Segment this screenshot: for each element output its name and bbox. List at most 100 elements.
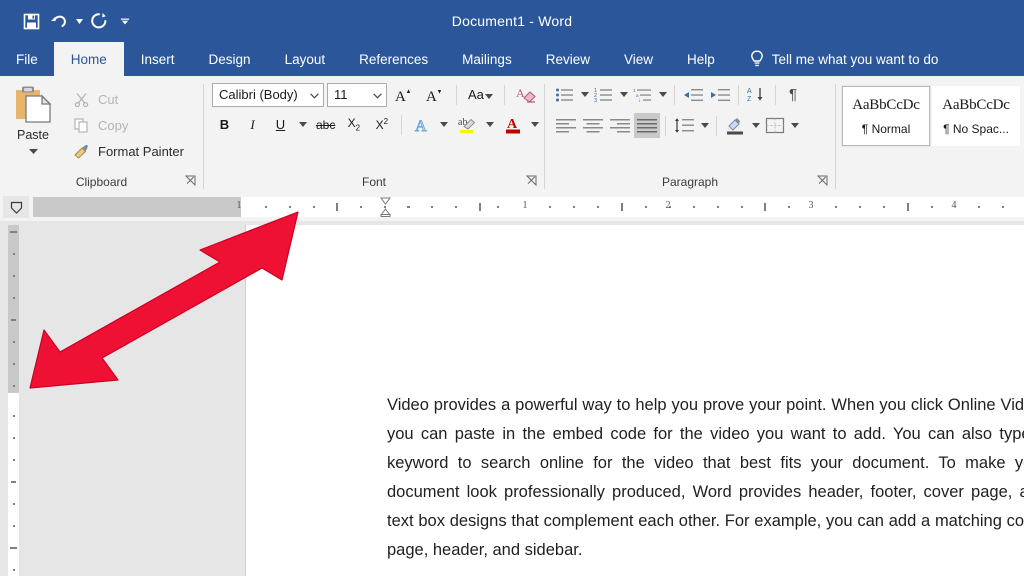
ruler-tick	[883, 206, 885, 208]
highlight-dropdown-icon[interactable]	[483, 112, 497, 137]
font-dialog-launcher-icon[interactable]	[525, 175, 539, 188]
word-application-window: Document1 - Word File Home Insert Design…	[0, 0, 1024, 576]
tab-references[interactable]: References	[342, 42, 445, 76]
clear-formatting-icon[interactable]: A	[512, 82, 540, 107]
italic-button[interactable]: I	[240, 112, 265, 137]
ruler-tick	[573, 206, 575, 208]
style-normal[interactable]: AaBbCcDc ¶ Normal	[841, 85, 931, 147]
ruler-tick	[455, 206, 457, 208]
ruler-tick	[265, 206, 267, 208]
font-size-combobox[interactable]: 11	[327, 82, 387, 107]
shading-dropdown-icon[interactable]	[749, 113, 762, 138]
paragraph-group-label-row: Paragraph	[545, 171, 835, 193]
subscript-button[interactable]: X2	[341, 112, 366, 137]
tab-mailings[interactable]: Mailings	[445, 42, 529, 76]
tab-file[interactable]: File	[0, 42, 54, 76]
ruler-tick	[693, 206, 695, 208]
increase-indent-button[interactable]	[707, 82, 733, 107]
tab-review[interactable]: Review	[529, 42, 607, 76]
undo-dropdown-icon[interactable]	[74, 8, 84, 34]
svg-text:A: A	[426, 89, 437, 104]
tell-me-box[interactable]: Tell me what you want to do	[732, 42, 949, 76]
tab-view[interactable]: View	[607, 42, 670, 76]
redo-icon[interactable]	[86, 8, 112, 34]
tab-insert[interactable]: Insert	[124, 42, 192, 76]
multilevel-list-dropdown-icon[interactable]	[656, 82, 669, 107]
document-body-text[interactable]: Video provides a powerful way to help yo…	[387, 391, 1024, 565]
text-effects-dropdown-icon[interactable]	[437, 112, 451, 137]
align-center-button[interactable]	[580, 113, 606, 138]
align-left-button[interactable]	[553, 113, 579, 138]
strikethrough-button[interactable]: abc	[313, 112, 338, 137]
shading-button[interactable]	[722, 113, 748, 138]
numbering-dropdown-icon[interactable]	[617, 82, 630, 107]
ruler-tick	[12, 415, 15, 417]
ruler-tick	[597, 206, 599, 208]
ruler-tick	[835, 206, 837, 208]
cut-button[interactable]: Cut	[66, 88, 190, 110]
tab-help[interactable]: Help	[670, 42, 732, 76]
font-name-combobox[interactable]: Calibri (Body)	[212, 82, 324, 107]
paste-label: Paste	[17, 128, 49, 142]
borders-dropdown-icon[interactable]	[788, 113, 801, 138]
vertical-ruler[interactable]	[8, 225, 19, 576]
ruler-tick	[313, 206, 315, 208]
borders-button[interactable]	[763, 113, 787, 138]
ruler-tick	[645, 206, 647, 208]
ruler-tick	[11, 481, 16, 483]
tab-home[interactable]: Home	[53, 42, 124, 76]
multilevel-list-button[interactable]: 1 a i	[631, 82, 655, 107]
bold-button[interactable]: B	[212, 112, 237, 137]
indent-markers[interactable]	[380, 197, 391, 217]
format-painter-button[interactable]: Format Painter	[66, 140, 190, 162]
underline-button[interactable]: U	[268, 112, 293, 137]
ruler-tick	[717, 206, 719, 208]
ruler-number: 1	[522, 200, 528, 211]
font-color-dropdown-icon[interactable]	[528, 112, 542, 137]
customize-quick-access-icon[interactable]	[120, 8, 130, 34]
tab-design[interactable]: Design	[192, 42, 268, 76]
change-case-button[interactable]: Aa	[464, 82, 497, 107]
line-spacing-dropdown-icon[interactable]	[698, 113, 711, 138]
text-effects-button[interactable]: A	[409, 112, 434, 137]
ruler-tick	[859, 206, 861, 208]
ruler-tick	[907, 203, 909, 211]
clipboard-group-label: Clipboard	[75, 175, 128, 189]
sort-button[interactable]: A Z	[744, 82, 770, 107]
copy-icon	[72, 116, 90, 134]
clipboard-dialog-launcher-icon[interactable]	[184, 175, 198, 188]
justify-button[interactable]	[634, 113, 660, 138]
tab-stop-selector[interactable]	[3, 196, 29, 218]
ruler-tick	[10, 231, 17, 233]
shrink-font-button[interactable]: A	[421, 82, 449, 107]
grow-font-button[interactable]: A	[390, 82, 418, 107]
numbering-button[interactable]: 1 2 3	[592, 82, 616, 107]
bullets-button[interactable]	[553, 82, 577, 107]
superscript-button[interactable]: X2	[369, 112, 394, 137]
tab-layout[interactable]: Layout	[268, 42, 343, 76]
paintbrush-icon	[72, 142, 90, 160]
horizontal-ruler[interactable]: 1 1 2 3 4	[33, 197, 1024, 217]
style-no-spacing[interactable]: AaBbCcDc ¶ No Spac...	[932, 86, 1020, 146]
decrease-indent-button[interactable]	[680, 82, 706, 107]
ruler-tick	[12, 503, 15, 505]
paragraph-dialog-launcher-icon[interactable]	[816, 175, 830, 188]
document-page[interactable]: Video provides a powerful way to help yo…	[245, 225, 1024, 576]
save-icon[interactable]	[18, 8, 44, 34]
bullets-dropdown-icon[interactable]	[578, 82, 591, 107]
font-color-button[interactable]: A	[500, 112, 525, 137]
underline-dropdown-icon[interactable]	[296, 112, 310, 137]
strikethrough-label: abc	[316, 117, 336, 132]
show-formatting-marks-button[interactable]: ¶	[781, 82, 805, 107]
paste-dropdown-icon[interactable]	[28, 141, 38, 159]
line-spacing-button[interactable]	[671, 113, 697, 138]
align-right-button[interactable]	[607, 113, 633, 138]
ribbon-group-styles: AaBbCcDc ¶ Normal AaBbCcDc ¶ No Spac...	[836, 76, 1024, 193]
subscript-label: X2	[347, 116, 361, 133]
divider	[503, 84, 505, 105]
copy-button[interactable]: Copy	[66, 114, 190, 136]
paste-button[interactable]: Paste	[0, 82, 66, 159]
text-highlight-color-button[interactable]: ab	[454, 112, 480, 137]
undo-icon[interactable]	[46, 8, 72, 34]
pilcrow-icon: ¶	[788, 86, 798, 103]
